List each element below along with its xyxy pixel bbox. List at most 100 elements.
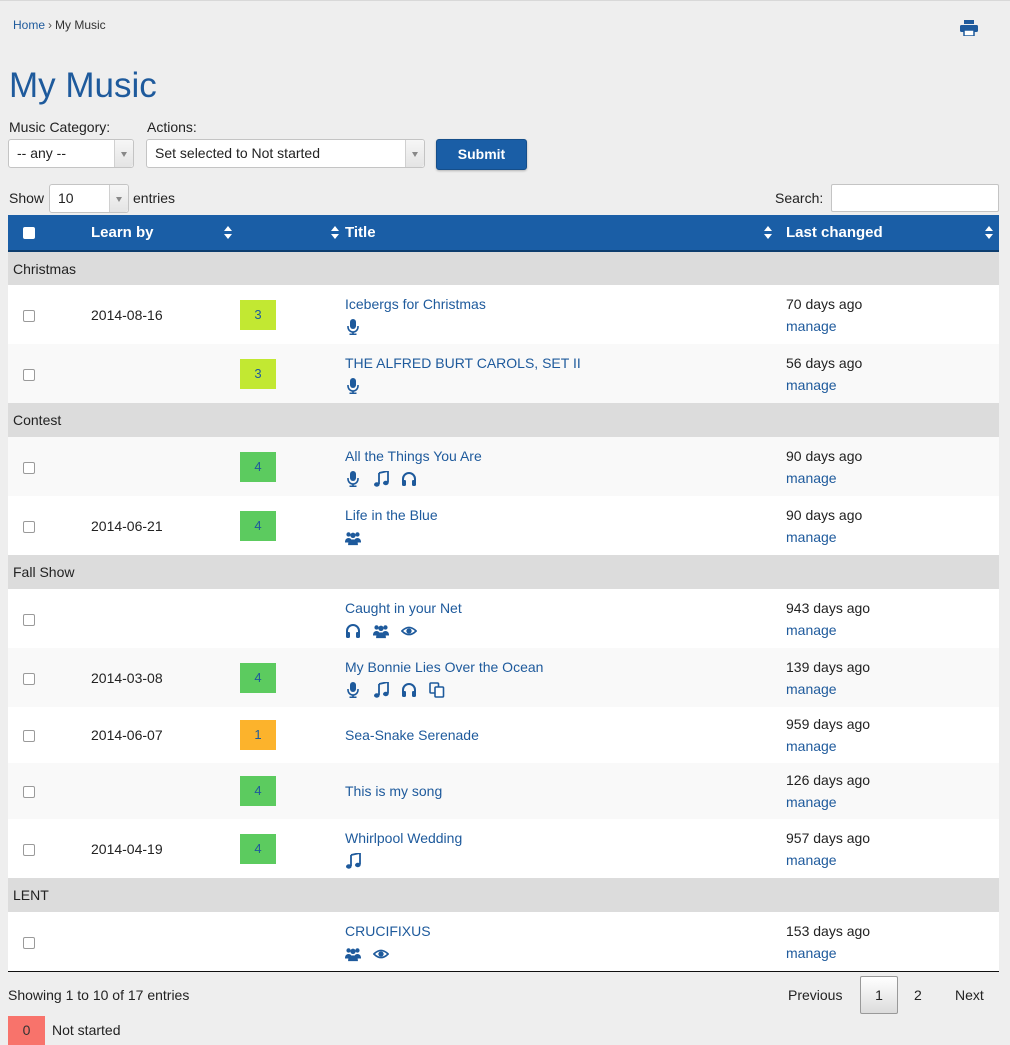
- title-cell: Sea-Snake Serenade: [345, 707, 778, 763]
- row-checkbox[interactable]: [23, 613, 35, 626]
- headphones-icon[interactable]: [401, 471, 417, 487]
- status-badge[interactable]: 3: [240, 299, 276, 330]
- microphone-icon[interactable]: [345, 318, 361, 335]
- song-title-link[interactable]: Caught in your Net: [345, 599, 778, 617]
- microphone-icon[interactable]: [345, 681, 361, 698]
- row-checkbox[interactable]: [23, 368, 35, 381]
- status-cell: [238, 912, 345, 971]
- last-changed-time: 90 days ago: [786, 447, 863, 464]
- row-checkbox[interactable]: [23, 461, 35, 474]
- group-icon[interactable]: [345, 530, 361, 546]
- row-checkbox[interactable]: [23, 936, 35, 949]
- print-icon[interactable]: [960, 20, 978, 36]
- resource-icons: [345, 318, 778, 335]
- manage-link[interactable]: manage: [786, 680, 999, 698]
- status-badge[interactable]: 4: [240, 776, 276, 806]
- song-title-link[interactable]: This is my song: [345, 782, 778, 800]
- last-changed-cell: 959 days ago manage: [778, 707, 999, 763]
- status-badge[interactable]: 4: [240, 510, 276, 541]
- status-cell: 4: [238, 819, 345, 878]
- song-title-link[interactable]: Life in the Blue: [345, 506, 778, 524]
- search-label: Search:: [775, 190, 824, 206]
- music-note-icon[interactable]: [345, 851, 361, 869]
- copy-icon[interactable]: [429, 681, 445, 698]
- pager-page-1[interactable]: 1: [860, 976, 898, 1014]
- breadcrumb: Home › My Music: [13, 18, 106, 32]
- table-row: Caught in your Net 943 days ago manage: [8, 589, 999, 648]
- row-checkbox[interactable]: [23, 730, 35, 743]
- learn-by-header[interactable]: Learn by: [78, 215, 238, 252]
- headphones-icon[interactable]: [345, 623, 361, 639]
- group-name: Christmas: [8, 251, 999, 285]
- status-badge[interactable]: 1: [240, 720, 276, 750]
- song-title-link[interactable]: Whirlpool Wedding: [345, 829, 778, 847]
- row-checkbox[interactable]: [23, 520, 35, 533]
- resource-icons: [345, 623, 778, 639]
- group-icon[interactable]: [345, 946, 361, 962]
- music-note-icon[interactable]: [373, 680, 389, 698]
- status-header[interactable]: [238, 215, 345, 252]
- status-badge[interactable]: 3: [240, 358, 276, 389]
- table-body: Christmas 2014-08-16 3 Icebergs for Christm…: [8, 251, 999, 971]
- last-changed-cell: 139 days ago manage: [778, 648, 999, 707]
- manage-link[interactable]: manage: [786, 737, 999, 755]
- entries-label: entries: [133, 190, 176, 206]
- last-changed-cell: 70 days ago manage: [778, 285, 999, 344]
- music-category-value: -- any --: [17, 145, 66, 161]
- breadcrumb-home-link[interactable]: Home: [13, 18, 45, 32]
- last-changed-header[interactable]: Last changed: [778, 215, 999, 252]
- row-checkbox[interactable]: [23, 786, 35, 799]
- manage-link[interactable]: manage: [786, 851, 999, 869]
- manage-link[interactable]: manage: [786, 621, 999, 639]
- actions-label: Actions:: [147, 119, 197, 135]
- song-title-link[interactable]: CRUCIFIXUS: [345, 922, 778, 940]
- search-input[interactable]: [831, 184, 999, 212]
- submit-button[interactable]: Submit: [436, 139, 527, 170]
- microphone-icon[interactable]: [345, 377, 361, 394]
- song-title-link[interactable]: THE ALFRED BURT CAROLS, SET II: [345, 354, 778, 372]
- title-header[interactable]: Title: [345, 215, 778, 252]
- row-checkbox[interactable]: [23, 309, 35, 322]
- group-header-row: LENT: [8, 878, 999, 912]
- status-badge[interactable]: 4: [240, 662, 276, 693]
- table-header: Learn by Title Last changed: [8, 215, 999, 252]
- headphones-icon[interactable]: [401, 682, 417, 698]
- manage-link[interactable]: manage: [786, 376, 999, 394]
- music-note-icon[interactable]: [373, 469, 389, 487]
- group-icon[interactable]: [373, 623, 389, 639]
- music-category-select[interactable]: -- any --: [8, 139, 134, 168]
- title-cell: My Bonnie Lies Over the Ocean: [345, 648, 778, 707]
- last-changed-cell: 90 days ago manage: [778, 496, 999, 555]
- eye-icon[interactable]: [400, 623, 418, 639]
- entries-length-select[interactable]: 10: [49, 184, 129, 213]
- row-select-cell: [8, 437, 78, 496]
- microphone-icon[interactable]: [345, 470, 361, 487]
- music-table: Learn by Title Last changed Christmas 201…: [8, 215, 999, 971]
- eye-icon[interactable]: [372, 946, 390, 962]
- actions-select[interactable]: Set selected to Not started: [146, 139, 425, 168]
- status-badge[interactable]: 4: [240, 833, 276, 864]
- song-title-link[interactable]: Icebergs for Christmas: [345, 295, 778, 313]
- manage-link[interactable]: manage: [786, 317, 999, 335]
- pager-page-2[interactable]: 2: [914, 987, 922, 1003]
- row-select-cell: [8, 707, 78, 763]
- row-checkbox[interactable]: [23, 843, 35, 856]
- status-badge[interactable]: 4: [240, 451, 276, 482]
- breadcrumb-separator: ›: [48, 18, 53, 32]
- select-all-checkbox[interactable]: [23, 227, 35, 240]
- manage-link[interactable]: manage: [786, 528, 999, 546]
- pager-previous[interactable]: Previous: [788, 987, 842, 1003]
- manage-link[interactable]: manage: [786, 944, 999, 962]
- song-title-link[interactable]: My Bonnie Lies Over the Ocean: [345, 658, 778, 676]
- last-changed-time: 139 days ago: [786, 658, 871, 675]
- song-title-link[interactable]: Sea-Snake Serenade: [345, 726, 778, 744]
- row-select-cell: [8, 589, 78, 648]
- row-checkbox[interactable]: [23, 672, 35, 685]
- manage-link[interactable]: manage: [786, 793, 999, 811]
- song-title-link[interactable]: All the Things You Are: [345, 447, 778, 465]
- learn-by-cell: 2014-06-07: [78, 707, 238, 763]
- manage-link[interactable]: manage: [786, 469, 999, 487]
- pager-next[interactable]: Next: [955, 987, 984, 1003]
- learn-by-cell: [78, 763, 238, 819]
- resource-icons: [345, 377, 778, 394]
